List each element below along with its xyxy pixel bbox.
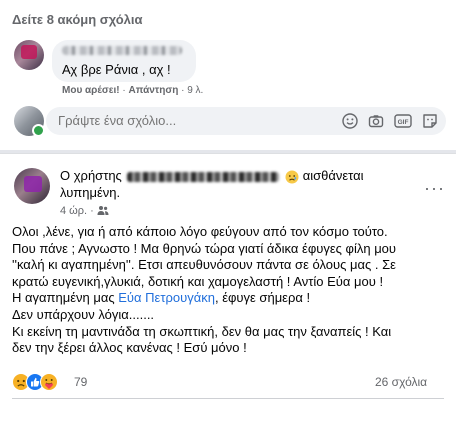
camera-icon[interactable]	[368, 113, 384, 129]
feeling-status: λυπημένη.	[60, 185, 121, 200]
comment-input[interactable]	[58, 113, 308, 128]
care-icon	[40, 373, 58, 391]
comment-actions: Μου αρέσει! · Απάντηση · 9 λ.	[62, 85, 204, 96]
sad-face-emoji-icon	[285, 170, 299, 184]
reactions-summary[interactable]	[12, 373, 72, 391]
post-line: κρατώ ευγενική,γλυκιά, δοτική και χαμογε…	[12, 273, 384, 289]
post-line: Κι εκείνη τη μαντινάδα τη σκωπτική, δεν …	[12, 323, 392, 339]
feeling-text: αισθάνεται	[302, 168, 364, 183]
comments-count-link[interactable]: 26 σχόλια	[375, 375, 427, 389]
post-options-button[interactable]: ···	[424, 178, 445, 199]
commenter-avatar[interactable]	[14, 40, 44, 70]
post-line: Που πάνε ; Αγνωστο ! Μα θρηνώ τώρα γιατί…	[12, 240, 397, 256]
post-footer-divider	[12, 398, 444, 399]
post-author-name-redacted[interactable]	[127, 171, 280, 182]
online-status-dot	[32, 124, 45, 137]
post-body: Ολοι ,λένε, για ή από κάποιο λόγο φεύγου…	[12, 224, 444, 357]
comment-text: Αχ βρε Ράνια , αχ !	[62, 62, 171, 77]
comment-time[interactable]: 9 λ.	[187, 85, 203, 96]
post-line: ''καλή κι αγαπημένη''. Ετσι απευθυνόσουν…	[12, 257, 396, 273]
post-line: δεν την ξέρει άλλος κανένας ! Εσύ μόνο !	[12, 340, 247, 356]
friends-audience-icon[interactable]	[97, 205, 109, 216]
reply-comment-link[interactable]: Απάντηση	[128, 85, 178, 96]
post-line: Ολοι ,λένε, για ή από κάποιο λόγο φεύγου…	[12, 224, 388, 239]
reactions-count[interactable]: 79	[74, 375, 87, 389]
tagged-person-link[interactable]: Εύα Πετρουγάκη	[118, 290, 215, 305]
svg-text:GIF: GIF	[398, 119, 409, 126]
gif-icon[interactable]: GIF	[394, 113, 412, 129]
comment-composer[interactable]: GIF	[46, 107, 446, 135]
post-header: Ο χρήστης αισθάνεται	[60, 168, 364, 184]
like-comment-link[interactable]: Μου αρέσει!	[62, 85, 120, 96]
sticker-icon[interactable]	[422, 113, 438, 129]
post-timestamp[interactable]: 4 ώρ. ·	[60, 205, 109, 217]
comment-bubble: Αχ βρε Ράνια , αχ !	[52, 40, 196, 82]
post-header-prefix: Ο χρήστης	[60, 168, 122, 183]
post-line: Η αγαπημένη μας Εύα Πετρουγάκη, έφυγε σή…	[12, 290, 311, 306]
post-author-avatar[interactable]	[14, 168, 50, 204]
post-time-text[interactable]: 4 ώρ.	[60, 205, 87, 217]
emoji-icon[interactable]	[342, 113, 358, 129]
see-more-comments-link[interactable]: Δείτε 8 ακόμη σχόλια	[12, 12, 143, 27]
post-line: Δεν υπάρχουν λόγια.......	[12, 306, 155, 322]
commenter-name-redacted[interactable]	[62, 46, 182, 55]
